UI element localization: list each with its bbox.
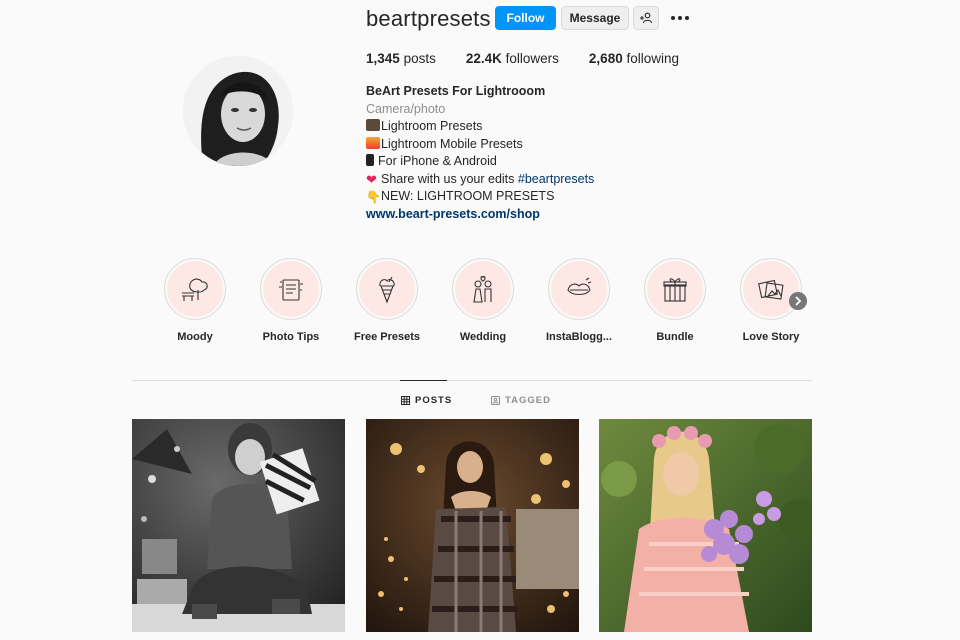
camera-flash-icon bbox=[366, 119, 380, 131]
sunset-icon bbox=[366, 136, 380, 149]
more-options-icon[interactable] bbox=[670, 9, 690, 27]
bio-line: Lightroom Presets bbox=[366, 118, 594, 136]
ice-cream-icon bbox=[379, 276, 395, 304]
chevron-right-icon bbox=[795, 296, 802, 306]
profile-stats: 1,345 posts 22.4K followers 2,680 follow… bbox=[366, 51, 709, 66]
heart-icon: ❤ bbox=[366, 171, 377, 187]
couple-icon bbox=[473, 275, 492, 303]
highlight-instablogg[interactable]: InstaBlogg... bbox=[546, 258, 612, 343]
mouth-icon bbox=[567, 277, 592, 296]
highlight-wedding[interactable]: Wedding bbox=[451, 258, 515, 343]
suggested-accounts-button[interactable] bbox=[633, 6, 659, 30]
highlight-photo-tips[interactable]: Photo Tips bbox=[259, 258, 323, 343]
profile-full-name: BeArt Presets For Lightrooom bbox=[366, 84, 546, 98]
post-thumbnail[interactable] bbox=[132, 419, 345, 632]
following-stat[interactable]: 2,680 following bbox=[589, 51, 679, 66]
highlight-moody[interactable]: Moody bbox=[163, 258, 227, 343]
tabs-divider bbox=[132, 380, 812, 381]
grid-icon bbox=[401, 396, 410, 405]
tab-posts[interactable]: POSTS bbox=[401, 395, 452, 406]
pointing-down-icon: 👇 bbox=[366, 190, 381, 204]
avatar[interactable] bbox=[183, 56, 293, 166]
active-tab-indicator bbox=[400, 380, 447, 381]
bio-line: 👇NEW: LIGHTROOM PRESETS bbox=[366, 189, 555, 204]
notes-icon bbox=[279, 279, 303, 301]
followers-stat[interactable]: 22.4K followers bbox=[466, 51, 559, 66]
profile-bio: BeArt Presets For Lightrooom Camera/phot… bbox=[366, 83, 594, 223]
highlight-bundle[interactable]: Bundle bbox=[643, 258, 707, 343]
bio-line: For iPhone & Android bbox=[366, 153, 594, 171]
highlight-free-presets[interactable]: Free Presets bbox=[354, 258, 420, 343]
mobile-phone-icon bbox=[366, 154, 374, 166]
gift-icon bbox=[663, 278, 687, 302]
profile-website-link[interactable]: www.beart-presets.com/shop bbox=[366, 206, 594, 224]
tree-bench-icon bbox=[182, 278, 208, 301]
profile-username: beartpresets bbox=[366, 6, 491, 31]
photos-icon bbox=[758, 279, 784, 300]
posts-stat: 1,345 posts bbox=[366, 51, 436, 66]
profile-category: Camera/photo bbox=[366, 101, 446, 116]
post-thumbnail[interactable] bbox=[599, 419, 812, 632]
follow-button[interactable]: Follow bbox=[495, 6, 556, 30]
add-person-icon bbox=[640, 12, 653, 24]
tagged-icon bbox=[491, 396, 500, 405]
post-thumbnail[interactable] bbox=[366, 419, 579, 632]
tab-tagged[interactable]: TAGGED bbox=[491, 395, 551, 406]
hashtag-link[interactable]: #beartpresets bbox=[518, 172, 594, 186]
story-highlights: Moody Photo Tips Free Presets Wedding In… bbox=[163, 258, 835, 343]
highlights-next-button[interactable] bbox=[789, 292, 807, 310]
bio-line: Lightroom Mobile Presets bbox=[366, 136, 594, 154]
message-button[interactable]: Message bbox=[561, 6, 629, 30]
bio-line: ❤ Share with us your edits #beartpresets bbox=[366, 171, 595, 187]
